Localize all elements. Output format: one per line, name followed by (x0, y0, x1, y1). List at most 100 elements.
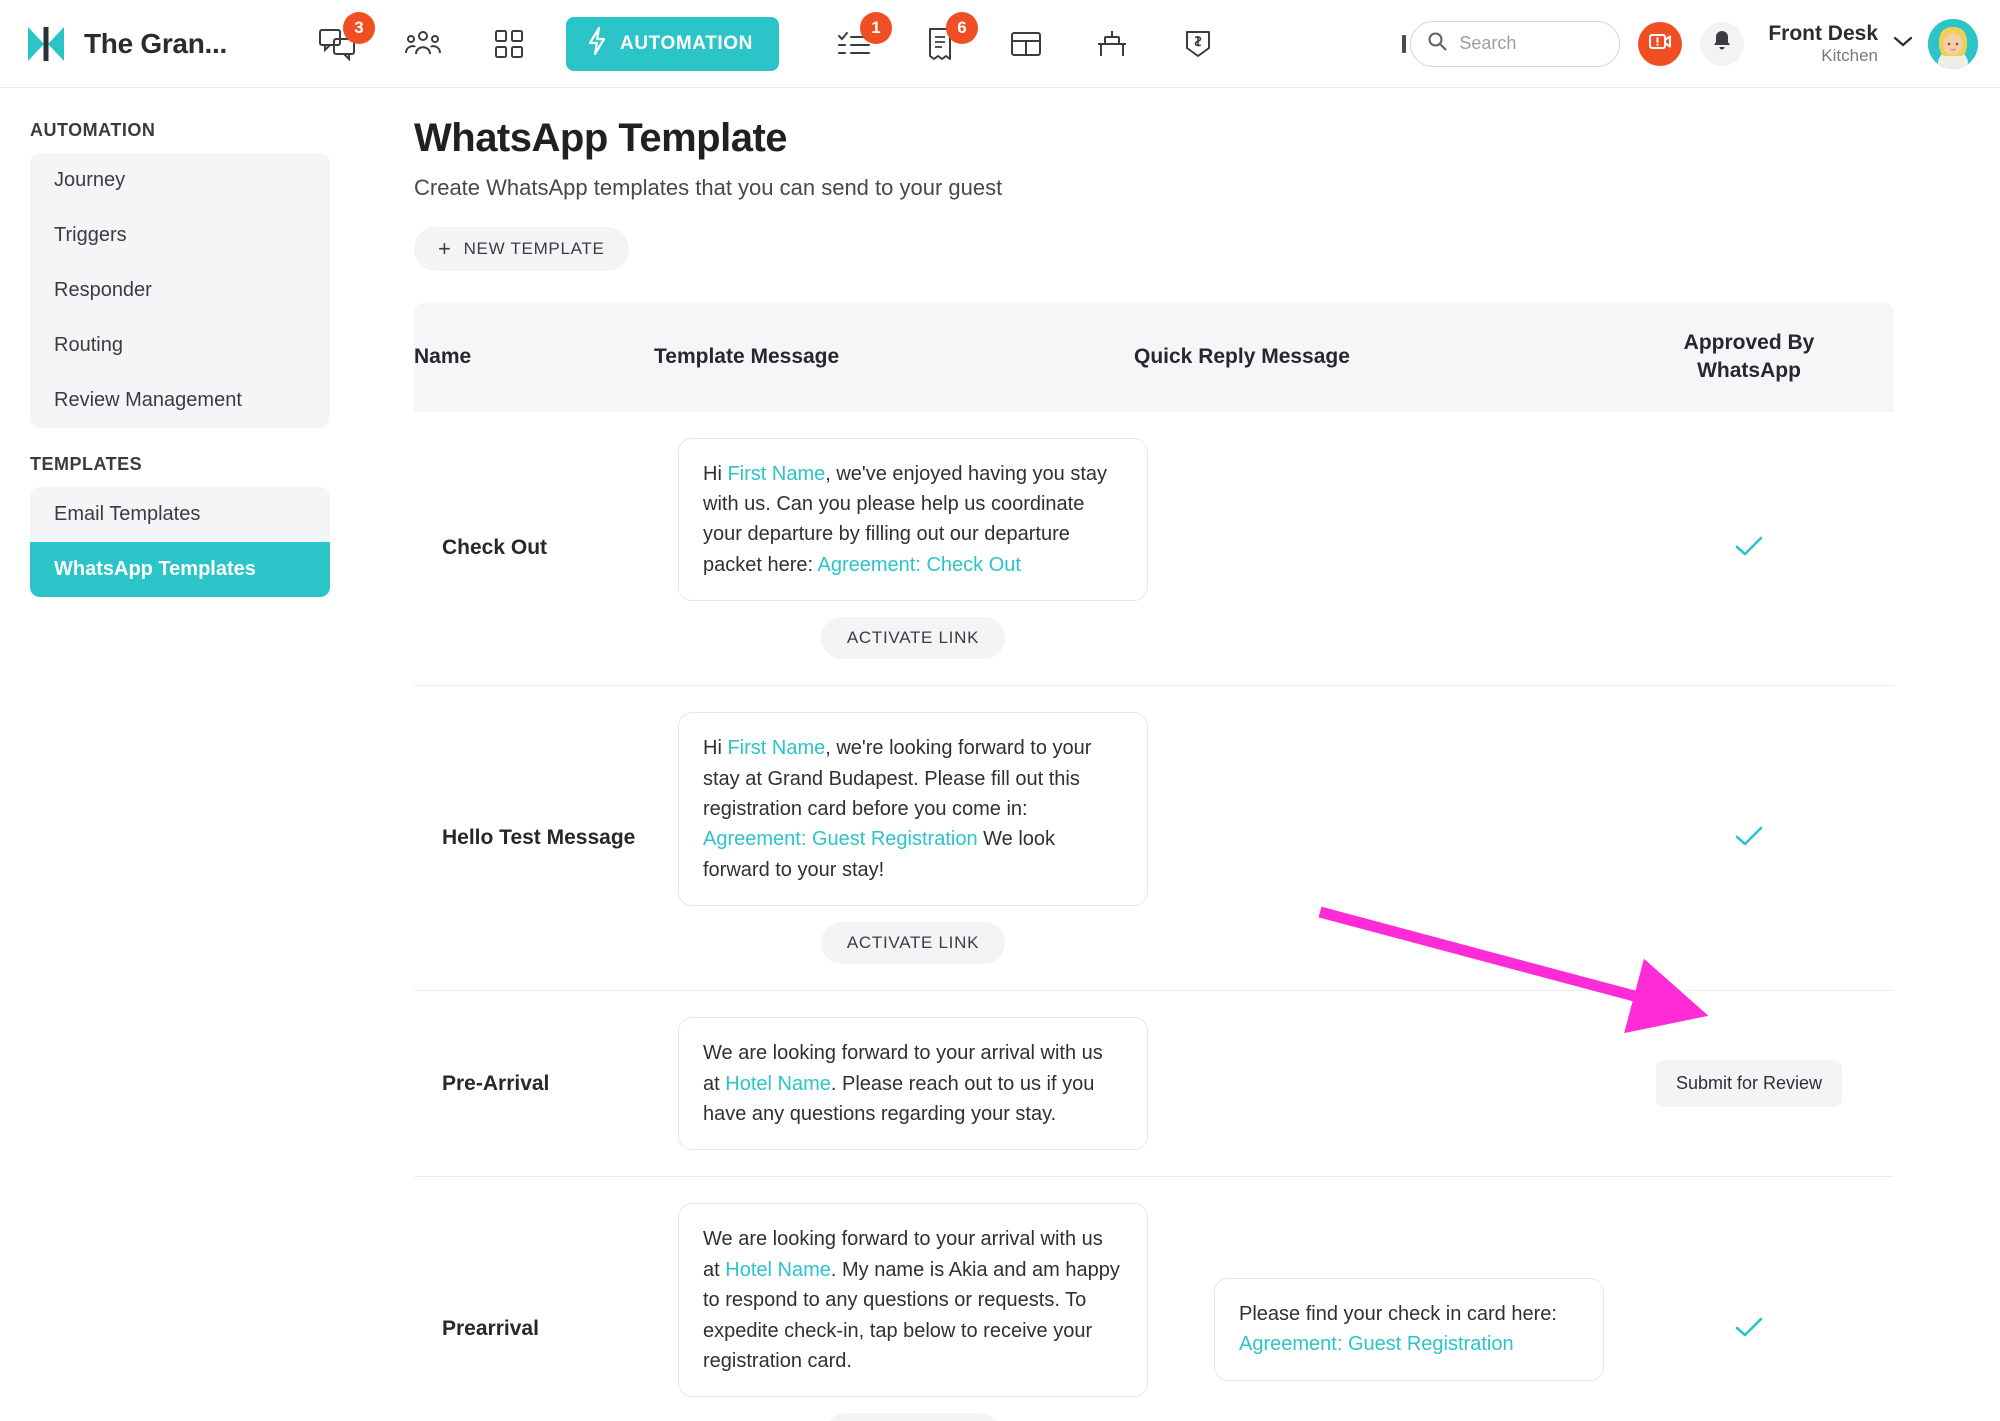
nav-item-inbox-dollar[interactable] (1155, 14, 1241, 74)
nav-item-apps[interactable] (466, 14, 552, 74)
sidebar-item-review-management[interactable]: Review Management (30, 373, 330, 428)
avatar[interactable] (1928, 18, 1978, 69)
sidebar-group-templates: Email Templates WhatsApp Templates (30, 487, 330, 597)
user-text: Front Desk Kitchen (1768, 22, 1878, 66)
templates-table-body: Check Out Hi First Name, we've enjoyed ha… (414, 411, 1894, 1421)
akia-bowtie-logo-icon (26, 25, 66, 63)
message-action-button[interactable]: ACTIVATE LINK (820, 617, 1006, 660)
templates-table-wrapper: Name Template Message Quick Reply Messag… (414, 303, 1894, 1421)
template-message-bubble: We are looking forward to your arrival w… (678, 1203, 1148, 1398)
plus-icon: + (438, 236, 452, 261)
top-bar-right-group: Front Desk Kitchen (1402, 18, 1978, 69)
search-box[interactable] (1410, 20, 1621, 67)
inbox-dollar-icon (1183, 28, 1213, 60)
cell-approved-by-whatsapp: Submit for Review (1604, 990, 1894, 1178)
nav-item-chat[interactable]: 3 (294, 11, 380, 74)
cell-template-name: Pre-Arrival (414, 990, 654, 1178)
main-content: WhatsApp Template Create WhatsApp templa… (372, 88, 2000, 1421)
checkmark-icon (1734, 1317, 1764, 1343)
sidebar-item-responder[interactable]: Responder (30, 263, 330, 318)
sidebar-item-label: Journey (54, 169, 126, 191)
message-token[interactable]: Hotel Name (725, 1073, 831, 1095)
column-header-name: Name (414, 303, 654, 412)
cell-template-message: Hi First Name, we've enjoyed having you … (654, 411, 1148, 687)
message-token[interactable]: Agreement: Check Out (818, 554, 1021, 576)
lightning-bolt-icon (586, 26, 608, 62)
sidebar-item-label: Triggers (54, 224, 127, 246)
cell-template-message: Hi First Name, we're looking forward to … (654, 685, 1148, 992)
message-cell-inner: We are looking forward to your arrival w… (678, 1017, 1148, 1151)
sidebar-item-routing[interactable]: Routing (30, 318, 330, 373)
team-people-icon (405, 29, 441, 59)
table-row: Hello Test Message Hi First Name, we're l… (414, 685, 1894, 992)
notifications-button[interactable] (1700, 21, 1745, 66)
nav-item-team[interactable] (380, 14, 466, 74)
message-cell-inner: Hi First Name, we've enjoyed having you … (678, 437, 1148, 660)
new-template-button-label: NEW TEMPLATE (463, 239, 605, 258)
cell-template-name: Prearrival (414, 1176, 654, 1421)
column-header-approved-by-whatsapp: Approved By WhatsApp (1604, 303, 1894, 412)
sidebar-section-title-templates: TEMPLATES (30, 454, 143, 474)
approved-header-line2: WhatsApp (1697, 359, 1801, 383)
sidebar-item-triggers[interactable]: Triggers (30, 208, 330, 263)
user-name: Front Desk (1768, 21, 1878, 45)
table-header-row: Name Template Message Quick Reply Messag… (414, 303, 1894, 412)
search-icon (1427, 31, 1447, 56)
nav-item-checklist[interactable]: 1 (811, 11, 897, 74)
brand-name: The Gran... (84, 27, 227, 59)
sidebar-item-label: Responder (54, 279, 152, 301)
cell-approved-by-whatsapp (1604, 685, 1894, 992)
nav-item-receipt[interactable]: 6 (897, 11, 983, 74)
table-row: Prearrival We are looking forward to your… (414, 1176, 1894, 1421)
top-navigation-bar: The Gran... 3 AUTOMATION 1 6 Search Fron… (0, 0, 2000, 88)
sidebar-item-email-templates[interactable]: Email Templates (30, 487, 330, 542)
automation-button[interactable]: AUTOMATION (566, 16, 780, 71)
nav-icon-group-left: 3 (294, 11, 552, 74)
sidebar-item-whatsapp-templates[interactable]: WhatsApp Templates (30, 542, 330, 597)
sidebar-section-title-automation: AUTOMATION (30, 120, 156, 140)
quick-reply-token[interactable]: Agreement: Guest Registration (1239, 1333, 1514, 1355)
message-action-button[interactable]: GET STARTED (824, 1413, 1002, 1421)
page-subtitle: Create WhatsApp templates that you can s… (414, 175, 1003, 200)
message-token[interactable]: First Name (727, 737, 825, 759)
camera-alert-button[interactable] (1638, 21, 1683, 66)
message-text: Hi (703, 462, 728, 485)
page-layout: AUTOMATION Journey Triggers Responder Ro… (0, 88, 2000, 1421)
template-message-bubble: Hi First Name, we're looking forward to … (678, 712, 1148, 907)
grid-apps-icon (494, 29, 524, 59)
template-message-bubble: Hi First Name, we've enjoyed having you … (678, 437, 1148, 602)
message-text: Hi (703, 737, 728, 760)
chevron-down-icon[interactable] (1892, 34, 1914, 53)
sidebar-item-journey[interactable]: Journey (30, 153, 330, 208)
table-row: Check Out Hi First Name, we've enjoyed ha… (414, 411, 1894, 687)
sidebar-group-automation: Journey Triggers Responder Routing Revie… (30, 153, 330, 428)
receipt-badge: 6 (946, 11, 979, 44)
table-row: Pre-Arrival We are looking forward to you… (414, 990, 1894, 1178)
sidebar: AUTOMATION Journey Triggers Responder Ro… (0, 88, 372, 1421)
automation-button-label: AUTOMATION (620, 32, 754, 54)
cell-quick-reply-message (1134, 685, 1604, 992)
sidebar-item-label: Routing (54, 334, 123, 356)
user-menu[interactable]: Front Desk Kitchen (1768, 18, 1978, 69)
checkmark-icon (1734, 536, 1764, 562)
sidebar-item-label: Review Management (54, 389, 242, 411)
cell-quick-reply-message (1134, 411, 1604, 687)
nav-item-table[interactable] (983, 14, 1069, 74)
message-token[interactable]: Agreement: Guest Registration (703, 828, 978, 850)
search-input[interactable] (1459, 33, 1604, 54)
cell-quick-reply-message: Please find your check in card here: Agr… (1134, 1176, 1604, 1421)
page-title: WhatsApp Template (414, 116, 788, 160)
brand[interactable]: The Gran... (26, 25, 276, 63)
message-token[interactable]: Hotel Name (725, 1259, 831, 1281)
nav-item-kiosk[interactable] (1069, 14, 1155, 74)
new-template-button[interactable]: + NEW TEMPLATE (414, 227, 629, 271)
cell-template-name: Check Out (414, 411, 654, 687)
message-cell-inner: We are looking forward to your arrival w… (678, 1203, 1148, 1421)
user-role: Kitchen (1821, 45, 1878, 65)
column-header-template-message: Template Message (654, 303, 1134, 412)
camera-alert-icon (1648, 30, 1672, 57)
message-action-button[interactable]: ACTIVATE LINK (820, 922, 1006, 965)
submit-for-review-button[interactable]: Submit for Review (1655, 1060, 1843, 1108)
column-header-quick-reply-message: Quick Reply Message (1134, 303, 1604, 412)
message-token[interactable]: First Name (727, 463, 825, 485)
